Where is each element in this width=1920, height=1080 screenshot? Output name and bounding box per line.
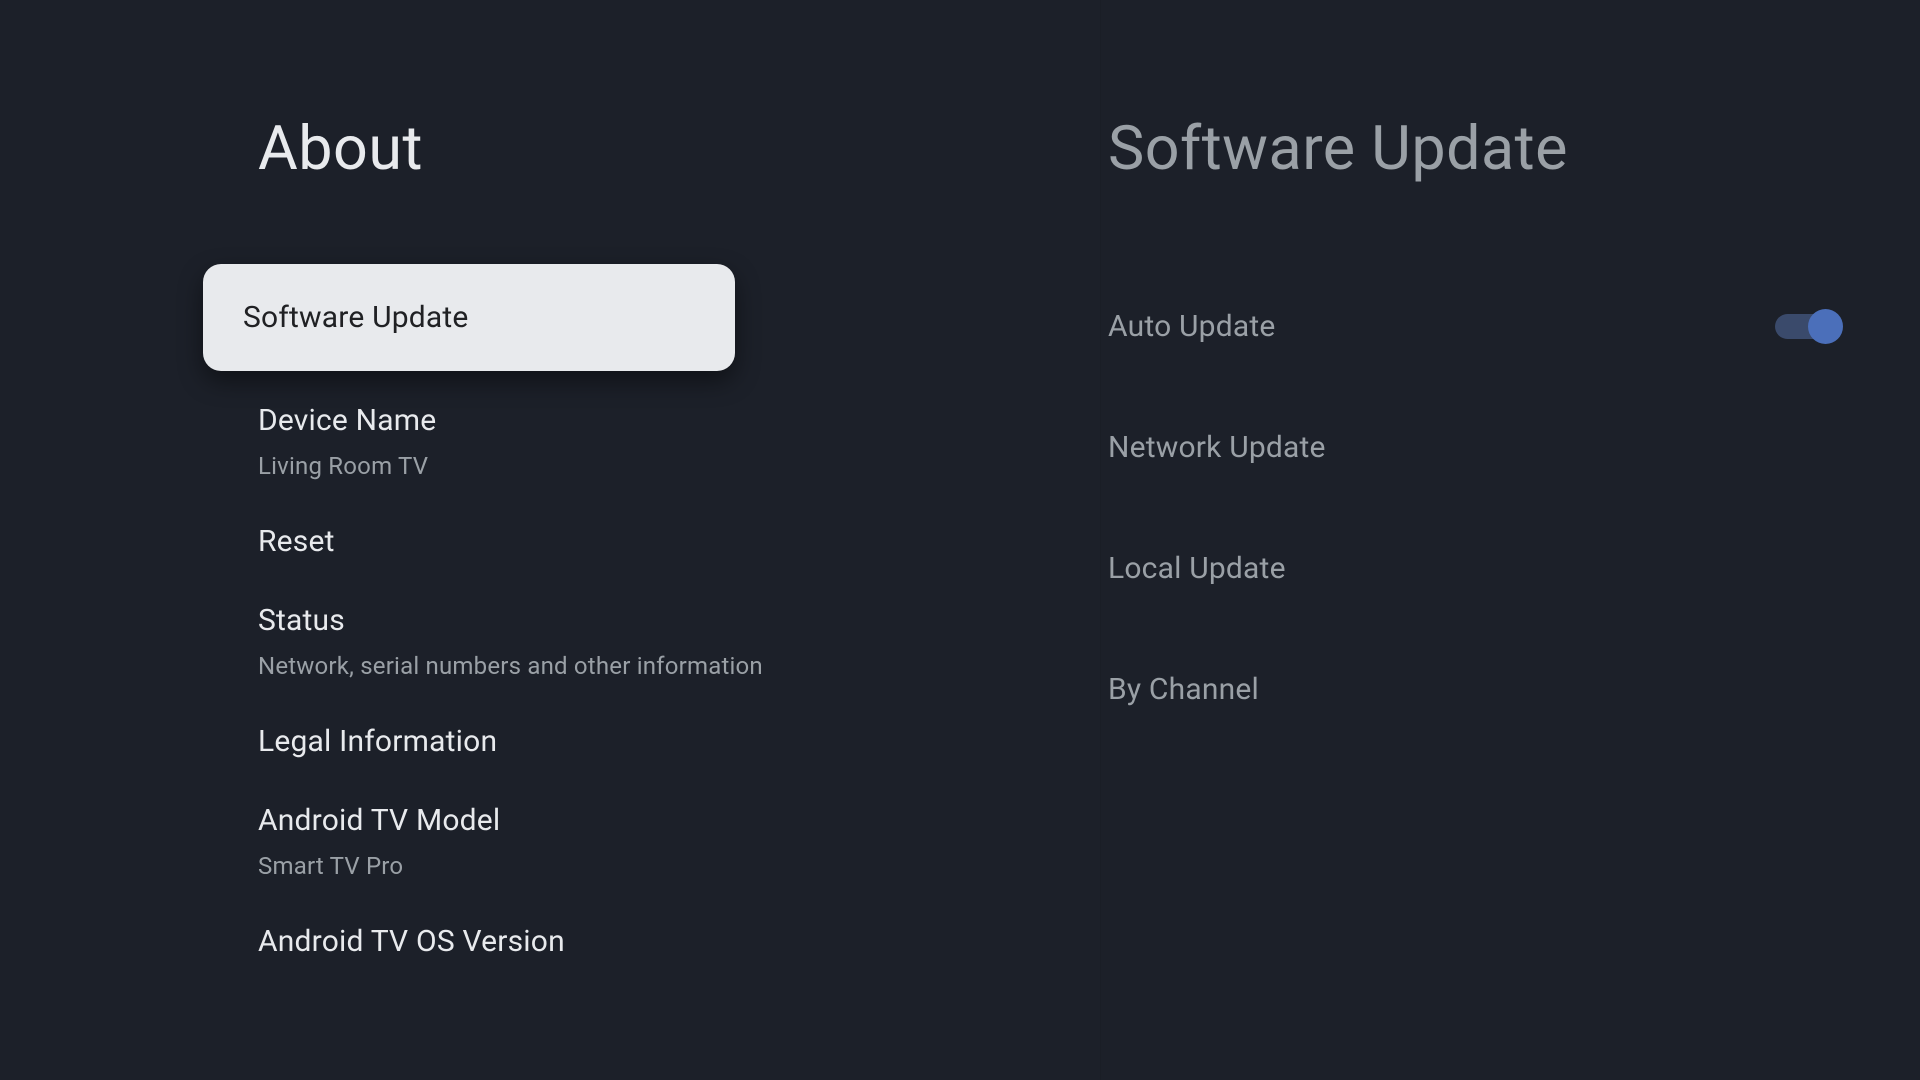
menu-item-android-tv-model[interactable]: Android TV Model Smart TV Pro [258,781,1100,902]
menu-item-title: Android TV Model [258,803,1100,838]
option-label: By Channel [1108,672,1259,707]
about-panel: About Software Update Device Name Living… [0,0,1100,1080]
menu-item-reset[interactable]: Reset [258,502,1100,581]
about-title: About [258,112,1100,184]
menu-item-subtitle: Living Room TV [258,452,1100,480]
software-update-panel: Software Update Auto Update Network Upda… [1100,0,1920,1080]
menu-item-android-tv-os-version[interactable]: Android TV OS Version [258,902,1100,959]
menu-item-title: Status [258,603,1100,638]
toggle-knob-icon [1808,309,1843,344]
option-label: Network Update [1108,430,1326,465]
menu-item-title: Android TV OS Version [258,924,1100,959]
option-network-update[interactable]: Network Update [1108,387,1840,508]
menu-item-title: Device Name [258,403,1100,438]
menu-item-status[interactable]: Status Network, serial numbers and other… [258,581,1100,702]
menu-item-software-update[interactable]: Software Update [203,264,735,371]
option-auto-update[interactable]: Auto Update [1108,266,1840,387]
software-update-list: Auto Update Network Update Local Update … [1108,266,1920,750]
menu-item-title: Legal Information [258,724,1100,759]
option-label: Auto Update [1108,309,1275,344]
menu-item-subtitle: Smart TV Pro [258,852,1100,880]
menu-item-title: Software Update [243,300,695,335]
option-by-channel[interactable]: By Channel [1108,629,1840,750]
menu-item-device-name[interactable]: Device Name Living Room TV [258,381,1100,502]
option-label: Local Update [1108,551,1286,586]
software-update-title: Software Update [1108,112,1920,184]
option-local-update[interactable]: Local Update [1108,508,1840,629]
about-menu-list: Software Update Device Name Living Room … [258,264,1100,959]
menu-item-legal-information[interactable]: Legal Information [258,702,1100,781]
auto-update-toggle[interactable] [1775,314,1840,339]
menu-item-title: Reset [258,524,1100,559]
menu-item-subtitle: Network, serial numbers and other inform… [258,652,1100,680]
